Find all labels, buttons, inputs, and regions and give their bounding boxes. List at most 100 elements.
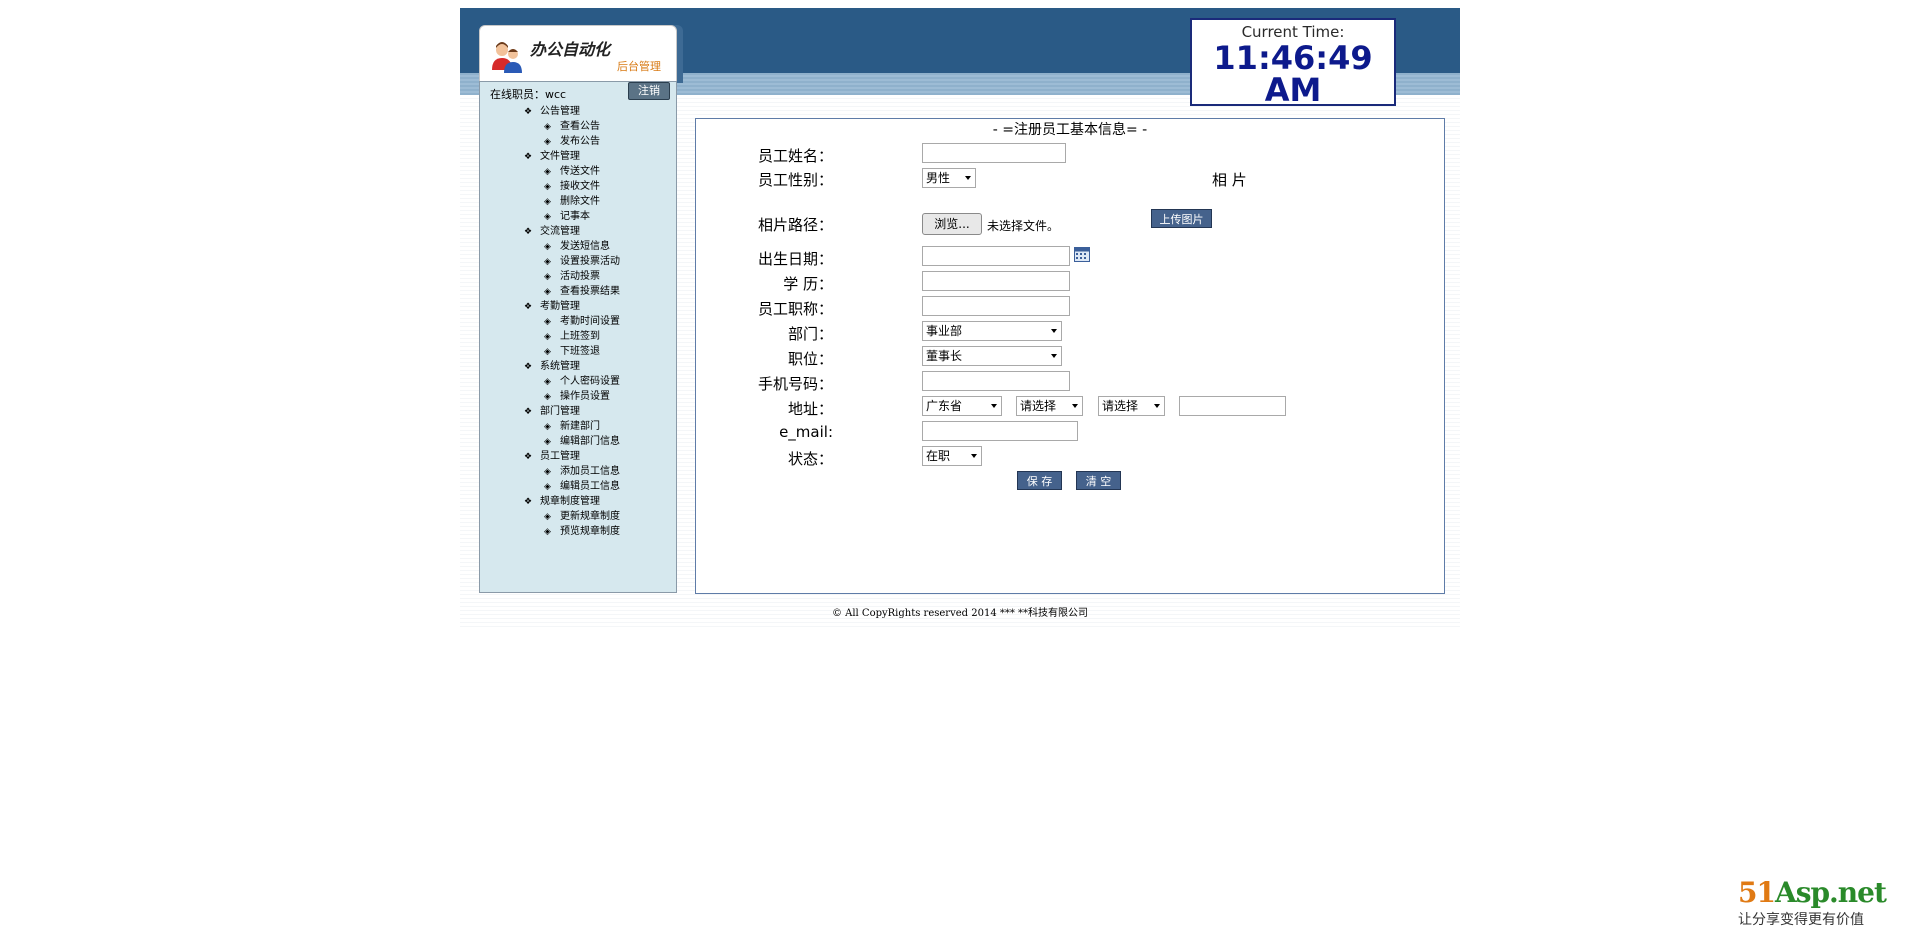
department-value: 事业部 (926, 324, 963, 338)
chevron-down-icon (971, 454, 977, 458)
birth-input[interactable] (922, 246, 1070, 266)
sidebar-group[interactable]: ❖ 部门管理 (524, 404, 620, 419)
calendar-icon[interactable] (1074, 247, 1090, 262)
page-wrapper: 办公自动化 后台管理 Current Time: 11:46:49 AM 在线职… (460, 8, 1460, 630)
sidebar-group[interactable]: ❖ 规章制度管理 (524, 494, 620, 509)
province-select[interactable]: 广东省 (922, 396, 1002, 416)
clear-button[interactable]: 清 空 (1076, 471, 1121, 490)
sidebar-item-label: 设置投票活动 (560, 256, 620, 267)
job-title-input[interactable] (922, 296, 1070, 316)
sidebar-item[interactable]: ◈ 查看公告 (524, 119, 620, 134)
sidebar-item-label: 传送文件 (560, 166, 600, 177)
browse-button[interactable]: 浏览... (922, 213, 982, 235)
no-file-text: 未选择文件。 (987, 219, 1060, 233)
sub-bullet-icon: ◈ (544, 392, 551, 402)
sidebar-item[interactable]: ◈ 添加员工信息 (524, 464, 620, 479)
brand-slogan: 让分享变得更有价值 (1738, 912, 1864, 928)
sidebar-item-label: 活动投票 (560, 271, 600, 282)
sidebar-item[interactable]: ◈ 操作员设置 (524, 389, 620, 404)
sidebar-item[interactable]: ◈ 下班签退 (524, 344, 620, 359)
sidebar-group[interactable]: ❖ 员工管理 (524, 449, 620, 464)
department-label: 部门： (787, 325, 833, 343)
sidebar-group-label: 规章制度管理 (540, 496, 600, 507)
sub-bullet-icon: ◈ (544, 527, 551, 537)
clock: Current Time: 11:46:49 AM (1190, 18, 1396, 106)
sidebar-item[interactable]: ◈ 发送短信息 (524, 239, 620, 254)
upload-button[interactable]: 上传图片 (1151, 209, 1212, 228)
city-select[interactable]: 请选择 (1016, 396, 1083, 416)
sidebar-group-label: 文件管理 (540, 151, 580, 162)
sub-bullet-icon: ◈ (544, 482, 551, 492)
sidebar-item-label: 考勤时间设置 (560, 316, 620, 327)
sidebar-item-label: 发送短信息 (560, 241, 610, 252)
sidebar-group[interactable]: ❖ 公告管理 (524, 104, 620, 119)
sub-bullet-icon: ◈ (544, 332, 551, 342)
bullet-icon: ❖ (524, 107, 533, 117)
address-detail-input[interactable] (1179, 396, 1286, 416)
sidebar-item[interactable]: ◈ 编辑部门信息 (524, 434, 620, 449)
app-title: 办公自动化 (530, 40, 611, 59)
province-value: 广东省 (926, 399, 963, 413)
sidebar-item[interactable]: ◈ 上班签到 (524, 329, 620, 344)
gender-value: 男性 (926, 171, 951, 185)
logo: 办公自动化 后台管理 (479, 25, 677, 83)
logout-button[interactable]: 注销 (628, 82, 670, 100)
sidebar-item[interactable]: ◈ 个人密码设置 (524, 374, 620, 389)
district-value: 请选择 (1102, 399, 1139, 413)
sidebar-group[interactable]: ❖ 考勤管理 (524, 299, 620, 314)
sidebar-group[interactable]: ❖ 文件管理 (524, 149, 620, 164)
sidebar-item[interactable]: ◈ 接收文件 (524, 179, 620, 194)
sidebar-group[interactable]: ❖ 系统管理 (524, 359, 620, 374)
sub-bullet-icon: ◈ (544, 137, 551, 147)
position-select[interactable]: 董事长 (922, 346, 1062, 366)
bullet-icon: ❖ (524, 452, 533, 462)
sidebar-item-label: 添加员工信息 (560, 466, 620, 477)
chevron-down-icon (1051, 329, 1057, 333)
site-brand[interactable]: 51Asp.net 让分享变得更有价值 (1738, 876, 1908, 929)
name-input[interactable] (922, 143, 1066, 163)
status-select[interactable]: 在职 (922, 446, 982, 466)
sidebar-item[interactable]: ◈ 编辑员工信息 (524, 479, 620, 494)
sidebar-menu: ❖ 公告管理 ◈ 查看公告 ◈ 发布公告 ❖ 文件管理 ◈ 传送文件 ◈ 接收文件 ◈ 删除文件 ◈ 记事本 ❖… (524, 104, 620, 539)
bullet-icon: ❖ (524, 302, 533, 312)
sidebar-group-label: 考勤管理 (540, 301, 580, 312)
save-button[interactable]: 保 存 (1017, 471, 1062, 490)
district-select[interactable]: 请选择 (1098, 396, 1165, 416)
email-input[interactable] (922, 421, 1078, 441)
sidebar-item[interactable]: ◈ 预览规章制度 (524, 524, 620, 539)
gender-select[interactable]: 男性 (922, 168, 976, 188)
sidebar-item[interactable]: ◈ 传送文件 (524, 164, 620, 179)
department-select[interactable]: 事业部 (922, 321, 1062, 341)
sidebar-item[interactable]: ◈ 更新规章制度 (524, 509, 620, 524)
sidebar-group-label: 交流管理 (540, 226, 580, 237)
sidebar-item[interactable]: ◈ 新建部门 (524, 419, 620, 434)
clock-ampm: AM (1264, 71, 1322, 109)
sidebar-item-label: 接收文件 (560, 181, 600, 192)
chevron-down-icon (1051, 354, 1057, 358)
email-label: e_mail: (779, 423, 833, 441)
sub-bullet-icon: ◈ (544, 377, 551, 387)
sidebar-item[interactable]: ◈ 发布公告 (524, 134, 620, 149)
sub-bullet-icon: ◈ (544, 257, 551, 267)
sidebar-item[interactable]: ◈ 活动投票 (524, 269, 620, 284)
status-label: 状态： (787, 450, 833, 468)
mobile-input[interactable] (922, 371, 1070, 391)
sidebar-item[interactable]: ◈ 记事本 (524, 209, 620, 224)
name-label: 员工姓名： (757, 147, 833, 165)
sidebar-item-label: 删除文件 (560, 196, 600, 207)
city-value: 请选择 (1020, 399, 1057, 413)
form-title: - =注册员工基本信息= - (992, 122, 1148, 138)
sidebar-item[interactable]: ◈ 查看投票结果 (524, 284, 620, 299)
education-label: 学 历： (783, 275, 833, 293)
register-form: - =注册员工基本信息= - 员工姓名： 员工性别： 男性 相 片 相片路径： … (695, 118, 1445, 594)
sub-bullet-icon: ◈ (544, 197, 551, 207)
chevron-down-icon (965, 176, 971, 180)
birth-label: 出生日期： (757, 250, 833, 268)
sidebar-item[interactable]: ◈ 考勤时间设置 (524, 314, 620, 329)
footer-copyright: © All CopyRights reserved 2014 *** **科技有… (831, 608, 1089, 619)
sub-bullet-icon: ◈ (544, 242, 551, 252)
sidebar-group[interactable]: ❖ 交流管理 (524, 224, 620, 239)
sidebar-item[interactable]: ◈ 设置投票活动 (524, 254, 620, 269)
sidebar-item[interactable]: ◈ 删除文件 (524, 194, 620, 209)
education-input[interactable] (922, 271, 1070, 291)
